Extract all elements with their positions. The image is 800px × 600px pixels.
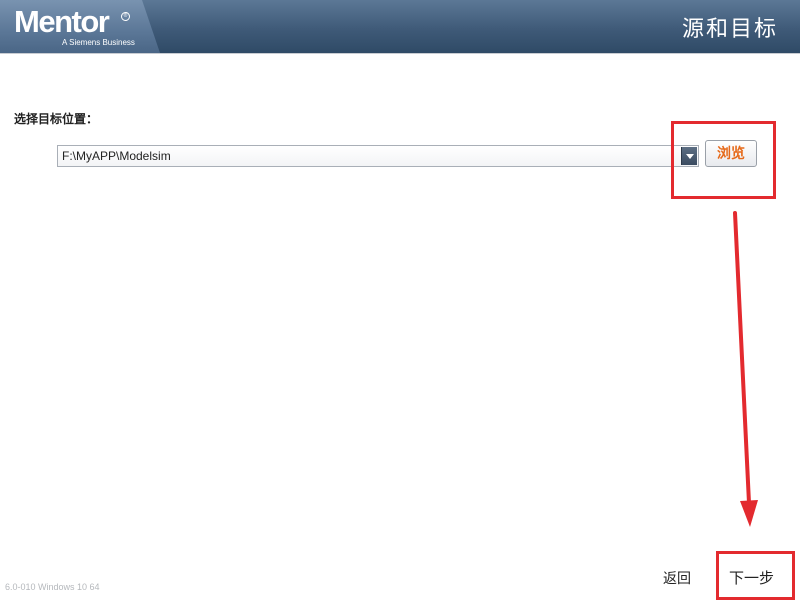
logo-plate: Mentor ® A Siemens Business <box>0 0 160 53</box>
annotation-box-next <box>716 551 795 600</box>
header-bar: Mentor ® A Siemens Business 源和目标 <box>0 0 800 54</box>
destination-path-combobox[interactable]: F:\MyAPP\Modelsim <box>57 145 699 167</box>
back-button[interactable]: 返回 <box>663 568 691 588</box>
destination-path-value[interactable]: F:\MyAPP\Modelsim <box>62 149 171 163</box>
registered-mark: ® <box>121 12 130 21</box>
annotation-arrow <box>733 211 758 527</box>
annotation-box-browse <box>671 121 776 199</box>
target-location-label: 选择目标位置： <box>14 112 99 126</box>
version-info: 6.0-010 Windows 10 64 <box>5 582 100 592</box>
logo: Mentor <box>14 4 110 39</box>
page-title: 源和目标 <box>681 17 778 42</box>
logo-subtitle: A Siemens Business <box>62 38 135 47</box>
